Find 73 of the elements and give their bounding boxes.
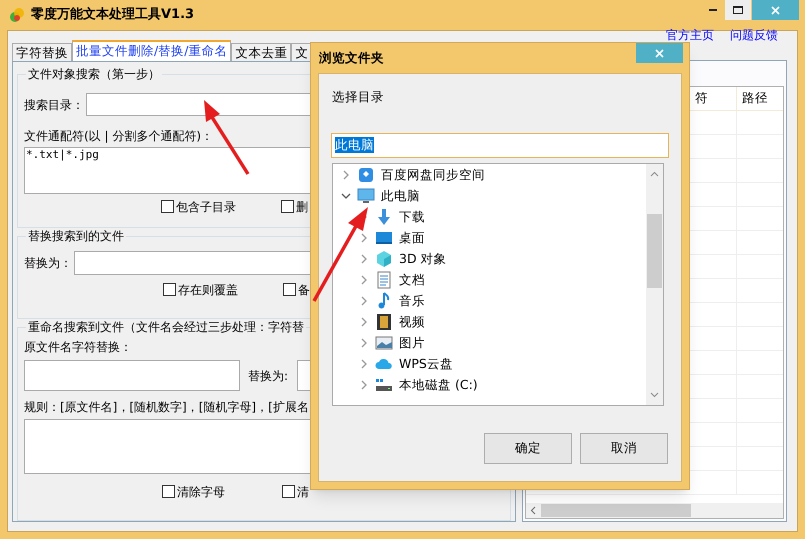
checkbox[interactable]	[162, 485, 175, 498]
checkbox[interactable]	[163, 283, 176, 296]
chevron-right-icon[interactable]	[359, 275, 369, 286]
tree-item[interactable]: 下载	[399, 208, 425, 227]
checkbox-label: 存在则覆盖	[178, 284, 238, 296]
field-label: 原文件名字符替换：	[24, 339, 132, 356]
column-header: 路径	[742, 89, 768, 108]
close-icon	[655, 48, 664, 58]
chevron-down-icon[interactable]	[341, 191, 351, 202]
tree-item[interactable]: 百度网盘同步空间	[381, 166, 485, 185]
tab[interactable]: 批量文件删除/替换/重命名	[72, 40, 232, 61]
group-title: 替换搜索到的文件	[26, 229, 126, 243]
maximize-button[interactable]	[725, 0, 751, 20]
tree-item[interactable]: 3D 对象	[399, 250, 447, 269]
scroll-down-icon[interactable]	[650, 390, 659, 399]
column-header: 符	[695, 89, 708, 108]
scroll-left-icon[interactable]	[529, 506, 538, 515]
checkbox-label: 备	[298, 284, 310, 296]
group-title: 文件对象搜索（第一步）	[26, 67, 162, 81]
original-name-field[interactable]	[24, 360, 240, 391]
tab[interactable]: 文	[291, 43, 312, 61]
chevron-right-icon[interactable]	[359, 338, 369, 348]
tree-item[interactable]: 本地磁盘 (C:)	[399, 376, 478, 395]
group-title: 重命名搜索到文件（文件名会经过三步处理：字符替	[26, 320, 306, 334]
app-logo-icon	[9, 7, 25, 23]
checkbox-label: 删	[296, 200, 308, 212]
tree-item[interactable]: 音乐	[399, 292, 425, 311]
dialog-prompt: 选择目录	[332, 88, 385, 106]
field-label: 搜索目录：	[24, 96, 84, 114]
field-label: 替换为：	[24, 255, 72, 272]
checkbox-label: 清除字母	[177, 486, 225, 498]
chevron-right-icon[interactable]	[359, 233, 369, 244]
tree-item[interactable]: 文档	[399, 270, 425, 290]
tree-item[interactable]: 视频	[399, 312, 425, 332]
checkbox-label: 包含子目录	[176, 200, 236, 212]
close-icon	[771, 6, 780, 14]
tree-item[interactable]: 桌面	[399, 228, 425, 248]
cube-icon	[375, 250, 393, 268]
tab[interactable]: 文本去重	[231, 43, 292, 61]
document-icon	[375, 271, 393, 290]
link[interactable]: 问题反馈	[730, 29, 778, 42]
film-icon	[375, 313, 393, 332]
checkbox[interactable]	[161, 200, 174, 213]
dialog-button[interactable]: 取消	[580, 433, 668, 464]
dialog-title: 浏览文件夹	[319, 49, 384, 67]
scroll-up-icon[interactable]	[650, 170, 659, 179]
checkbox[interactable]	[282, 485, 295, 498]
checkbox[interactable]	[283, 283, 296, 296]
tab[interactable]: 字符替换	[12, 43, 72, 61]
chevron-right-icon[interactable]	[341, 170, 351, 180]
vertical-scrollbar[interactable]	[646, 164, 663, 405]
chevron-right-icon[interactable]	[359, 296, 369, 306]
chevron-right-icon[interactable]	[359, 380, 369, 390]
tree-item[interactable]: 图片	[399, 334, 425, 353]
chevron-right-icon[interactable]	[359, 317, 369, 328]
chevron-right-icon[interactable]	[359, 254, 369, 264]
tree-item[interactable]: WPS云盘	[399, 354, 453, 374]
folder-field[interactable]: 此电脑	[331, 132, 669, 158]
close-button[interactable]	[636, 43, 683, 63]
field-label: 文件通配符(以 | 分割多个通配符)：	[24, 128, 214, 145]
window-title: 零度万能文本处理工具V1.3	[31, 6, 194, 24]
field-label: 替换为:	[248, 368, 290, 384]
dialog-button[interactable]: 确定	[484, 433, 572, 464]
chevron-right-icon[interactable]	[359, 359, 369, 370]
checkbox-label: 清	[297, 486, 309, 498]
checkbox[interactable]	[281, 200, 294, 213]
monitor-icon	[357, 187, 375, 206]
link[interactable]: 官方主页	[666, 29, 714, 42]
drive-icon	[357, 166, 375, 184]
horizontal-scrollbar[interactable]	[526, 503, 783, 518]
picture-icon	[375, 334, 393, 352]
rule-text: 规则：[原文件名]，[随机数字]，[随机字母]，[扩展名	[24, 399, 309, 416]
down-arrow-icon	[375, 208, 393, 226]
